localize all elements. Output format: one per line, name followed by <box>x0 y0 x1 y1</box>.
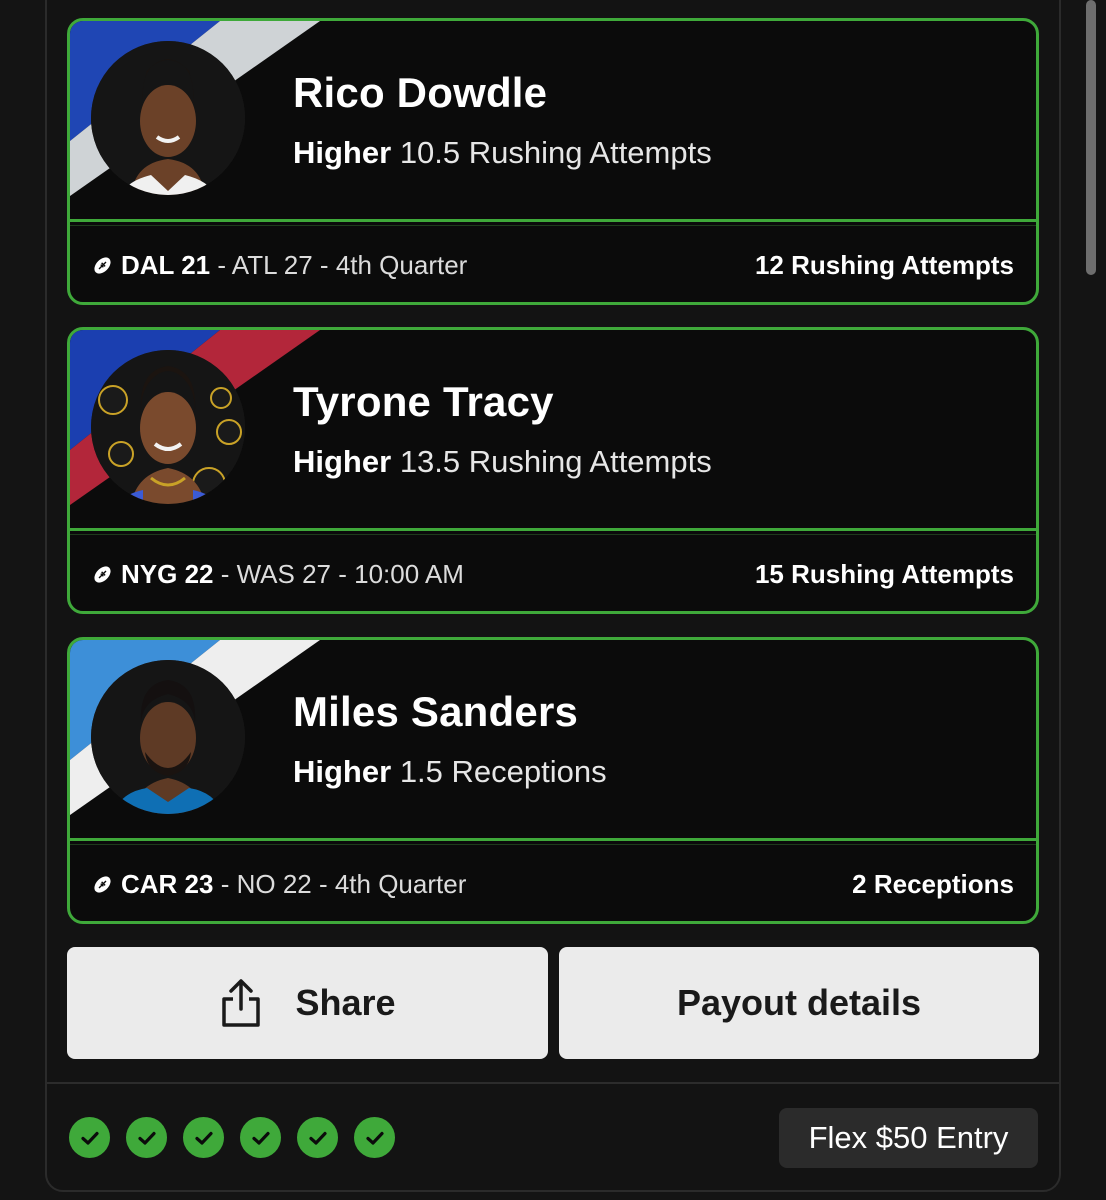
payout-details-label: Payout details <box>676 982 922 1023</box>
scrollbar[interactable] <box>1086 0 1096 275</box>
pick-stat-line: 10.5 Rushing Attempts <box>399 135 712 170</box>
stat-result: 2 Receptions <box>852 869 1014 899</box>
divider <box>70 528 1036 531</box>
check-icon <box>297 1117 338 1158</box>
divider <box>70 838 1036 841</box>
pick-stat-line: 13.5 Rushing Attempts <box>399 444 712 479</box>
player-avatar <box>91 41 245 195</box>
pick-line: Higher 1.5 Receptions <box>293 754 607 790</box>
stat-result: 12 Rushing Attempts <box>754 250 1014 280</box>
pick-card[interactable]: Rico Dowdle Higher 10.5 Rushing Attempts… <box>67 18 1039 305</box>
player-name: Miles Sanders <box>293 688 579 735</box>
footer-divider <box>47 1082 1059 1084</box>
player-name: Tyrone Tracy <box>293 378 554 425</box>
football-icon <box>94 257 111 274</box>
game-status-row: NYG 22 - WAS 27 - 10:00 AM 15 Rushing At… <box>70 535 1036 611</box>
game-info: NYG 22 - WAS 27 - 10:00 AM <box>92 559 464 590</box>
leg-status-list <box>69 1117 395 1158</box>
game-status-row: CAR 23 - NO 22 - 4th Quarter 2 Reception… <box>70 845 1036 921</box>
team-score: CAR 23 <box>121 869 214 899</box>
pick-line: Higher 13.5 Rushing Attempts <box>293 444 712 480</box>
pick-card-header: Miles Sanders Higher 1.5 Receptions <box>70 640 1036 841</box>
team-score: DAL 21 <box>121 250 211 280</box>
payout-details-button[interactable]: Payout details <box>559 947 1039 1059</box>
player-avatar <box>91 350 245 504</box>
pick-card-header: Rico Dowdle Higher 10.5 Rushing Attempts <box>70 21 1036 222</box>
opponent-status: - NO 22 - 4th Quarter <box>213 869 467 899</box>
pick-stat-line: 1.5 Receptions <box>399 754 607 789</box>
pick-direction: Higher <box>293 444 392 479</box>
pick-card[interactable]: Tyrone Tracy Higher 13.5 Rushing Attempt… <box>67 327 1039 614</box>
check-icon <box>240 1117 281 1158</box>
game-info: CAR 23 - NO 22 - 4th Quarter <box>92 869 466 900</box>
team-score: NYG 22 <box>121 559 214 589</box>
pick-card-header: Tyrone Tracy Higher 13.5 Rushing Attempt… <box>70 330 1036 531</box>
player-name: Rico Dowdle <box>293 69 548 116</box>
opponent-status: - WAS 27 - 10:00 AM <box>213 559 464 589</box>
stat-result: 15 Rushing Attempts <box>754 559 1014 589</box>
check-icon <box>354 1117 395 1158</box>
check-icon <box>183 1117 224 1158</box>
share-icon <box>222 979 261 1027</box>
game-status-row: DAL 21 - ATL 27 - 4th Quarter 12 Rushing… <box>70 226 1036 302</box>
football-icon <box>94 876 111 893</box>
entry-badge: Flex $50 Entry <box>779 1108 1038 1168</box>
game-info: DAL 21 - ATL 27 - 4th Quarter <box>92 250 467 281</box>
share-label: Share <box>295 982 396 1023</box>
opponent-status: - ATL 27 - 4th Quarter <box>210 250 468 280</box>
player-avatar <box>91 660 245 814</box>
pick-direction: Higher <box>293 135 392 170</box>
pick-line: Higher 10.5 Rushing Attempts <box>293 135 712 171</box>
check-icon <box>126 1117 167 1158</box>
share-button[interactable]: Share <box>67 947 548 1059</box>
pick-card[interactable]: Miles Sanders Higher 1.5 Receptions CAR … <box>67 637 1039 924</box>
check-icon <box>69 1117 110 1158</box>
football-icon <box>94 566 111 583</box>
divider <box>70 219 1036 222</box>
pick-direction: Higher <box>293 754 392 789</box>
